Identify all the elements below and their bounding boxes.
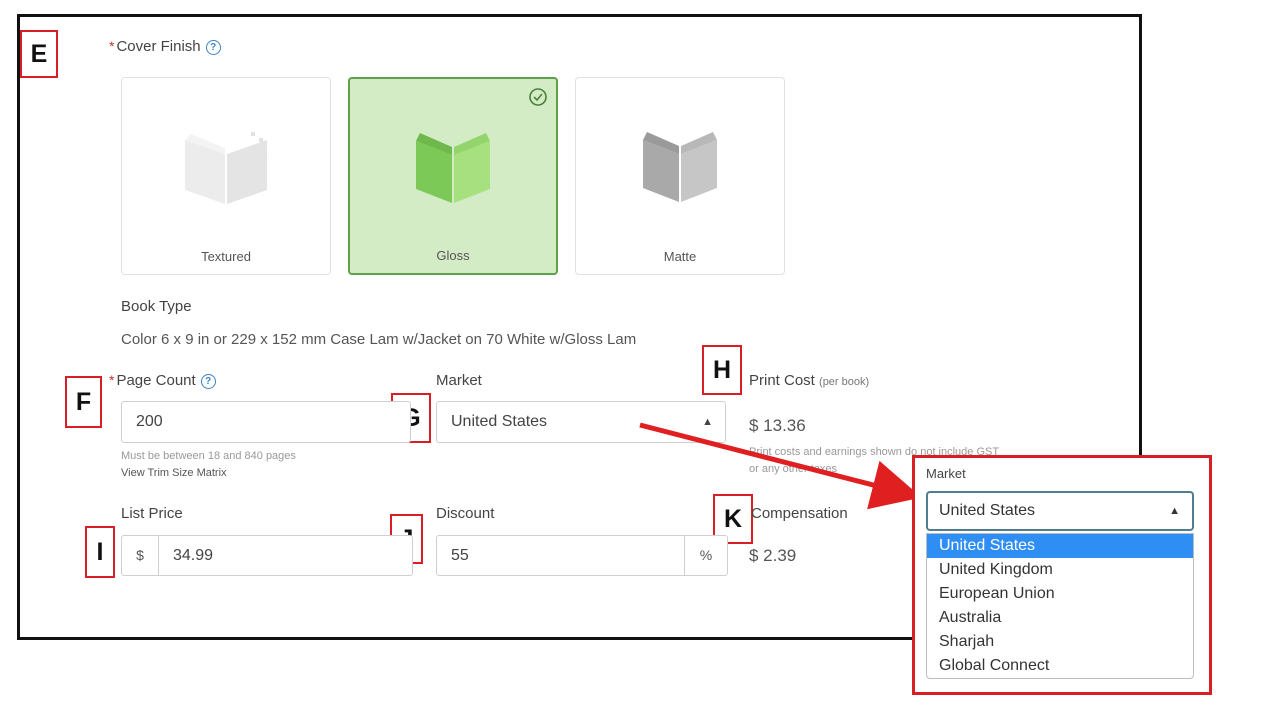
popup-market-select[interactable]: United States ▲ [926,491,1194,531]
market-option[interactable]: Australia [927,606,1193,630]
market-select[interactable]: United States ▲ [436,401,726,443]
book-icon [185,132,267,204]
cover-finish-label: * Cover Finish? [109,38,221,55]
print-cost-label-text: Print Cost [749,372,815,389]
discount-label: Discount [436,505,495,522]
list-price-label: List Price [121,505,183,522]
market-option[interactable]: United States [927,534,1193,558]
percent-suffix: % [684,536,727,575]
print-cost-sub: (per book) [819,376,870,388]
page-count-value: 200 [136,413,163,430]
market-label: Market [436,372,482,389]
discount-value: 55 [451,546,469,564]
print-cost-value: $ 13.36 [749,416,806,435]
select-arrows-icon: ▲ [1169,505,1180,517]
compensation-value: $ 2.39 [749,546,797,565]
page-count-label: * Page Count? [109,372,216,389]
market-dropdown-popup: Market United States ▲ United States Uni… [912,455,1212,695]
list-price-input[interactable]: $ 34.99 [121,535,413,576]
page-count-hint: Must be between 18 and 840 pages [121,450,296,462]
print-cost-label: Print Cost (per book) [749,372,869,389]
required-asterisk: * [109,38,115,54]
book-type-label: Book Type [121,298,192,315]
trim-size-matrix-link[interactable]: View Trim Size Matrix [121,467,227,479]
list-price-value: 34.99 [173,546,214,564]
popup-market-select-value: United States [939,502,1036,519]
market-option[interactable]: European Union [927,582,1193,606]
page-count-label-text: Page Count [116,372,196,389]
required-asterisk: * [109,372,115,388]
book-icon [643,132,717,202]
print-cost-note: or any other taxes [749,463,838,475]
marker-i: I [85,526,115,578]
cover-option-label: Matte [663,249,697,264]
select-arrows-icon: ▲ [702,416,713,428]
cover-option-matte[interactable]: Matte [575,77,785,275]
help-icon[interactable]: ? [205,39,221,55]
currency-prefix: $ [122,536,159,575]
book-type-value: Color 6 x 9 in or 229 x 152 mm Case Lam … [121,331,637,348]
help-icon[interactable]: ? [200,373,216,389]
checkmark-circle-icon [529,88,547,106]
market-option[interactable]: United Kingdom [927,558,1193,582]
cover-option-label: Textured [201,249,251,264]
marker-h: H [702,345,742,395]
compensation-label: Compensation [751,505,848,522]
cover-finish-label-text: Cover Finish [116,38,201,55]
discount-input[interactable]: 55 % [436,535,728,576]
cover-option-textured[interactable]: Textured [121,77,331,275]
page-count-input[interactable]: 200 [121,401,411,443]
market-option[interactable]: Global Connect [927,654,1193,678]
cover-option-gloss[interactable]: Gloss [348,77,558,275]
book-icon [416,133,490,203]
marker-f: F [65,376,102,428]
market-option[interactable]: Sharjah [927,630,1193,654]
popup-market-label: Market [926,466,966,481]
market-select-value: United States [451,413,548,430]
marker-e: E [20,30,58,78]
cover-option-label: Gloss [436,248,470,263]
market-options-list: United States United Kingdom European Un… [926,533,1194,679]
